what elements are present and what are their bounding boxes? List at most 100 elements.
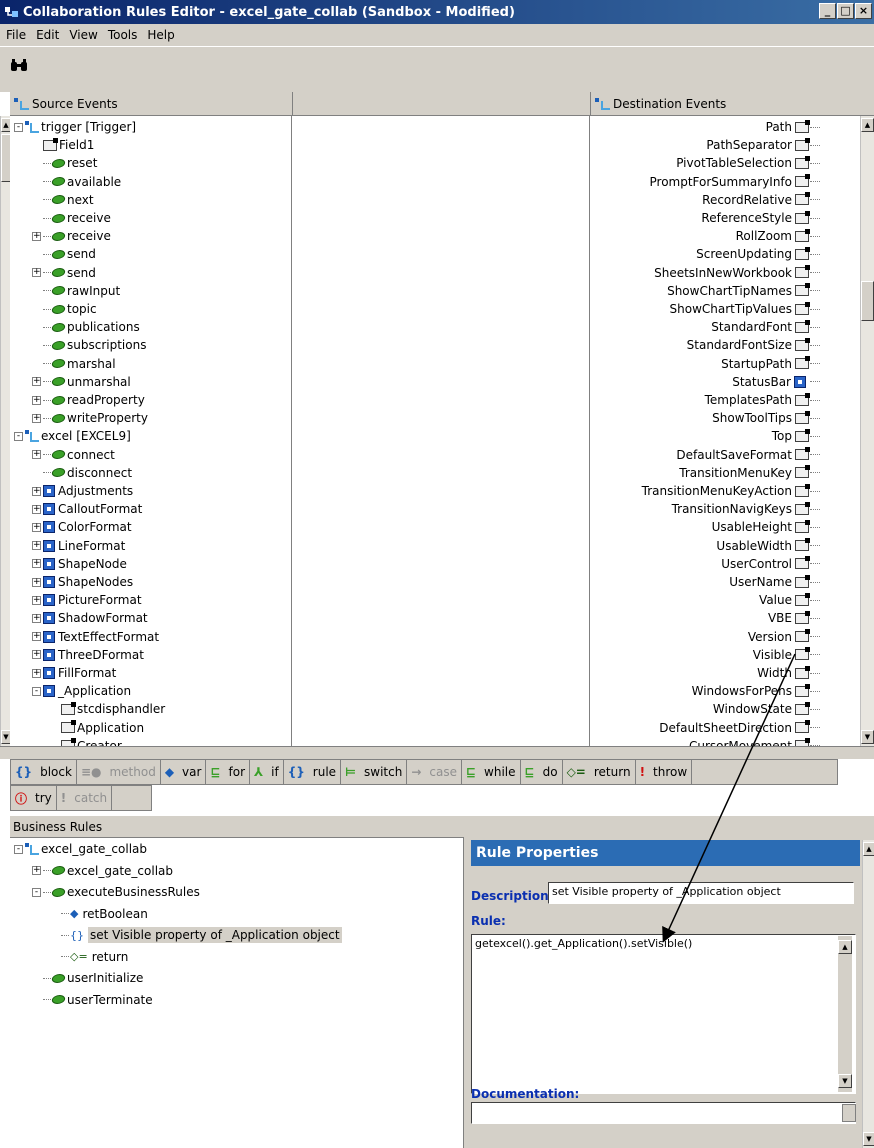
collapse-icon[interactable]: - <box>32 686 41 696</box>
expand-icon[interactable]: + <box>32 541 41 551</box>
destination-node[interactable]: ScreenUpdating <box>696 245 820 263</box>
expand-icon[interactable]: + <box>32 486 41 496</box>
destination-node[interactable]: SheetsInNewWorkbook <box>654 264 820 282</box>
tree-node[interactable]: marshal <box>32 355 116 373</box>
rule-scrollbar[interactable]: ▲ ▼ <box>838 936 852 1092</box>
tree-node[interactable]: next <box>32 191 94 209</box>
menu-help[interactable]: Help <box>147 28 174 42</box>
menu-view[interactable]: View <box>69 28 97 42</box>
expand-icon[interactable]: + <box>32 450 41 460</box>
tree-node[interactable]: + receive <box>32 227 111 245</box>
expand-icon[interactable]: + <box>32 866 41 875</box>
tree-node[interactable]: userInitialize <box>32 969 143 987</box>
tree-node[interactable]: + ShapeNodes <box>32 573 133 591</box>
destination-node[interactable]: UsableWidth <box>716 537 820 555</box>
scroll-up-button[interactable]: ▲ <box>863 842 874 856</box>
tree-node[interactable]: + readProperty <box>32 391 145 409</box>
destination-node[interactable]: TransitionMenuKeyAction <box>642 482 820 500</box>
destination-node[interactable]: Width <box>757 664 820 682</box>
expand-icon[interactable]: + <box>32 231 41 241</box>
destination-node[interactable]: StatusBar <box>732 373 820 391</box>
collapse-icon[interactable]: - <box>14 844 23 854</box>
expand-icon[interactable]: + <box>32 559 41 569</box>
tree-node[interactable]: available <box>32 173 121 191</box>
toolbar-return-button[interactable]: ◇= return <box>563 760 636 784</box>
toolbar-switch-button[interactable]: ⊨ switch <box>341 760 408 784</box>
destination-node[interactable]: RollZoom <box>736 227 820 245</box>
menu-edit[interactable]: Edit <box>36 28 59 42</box>
destination-node[interactable]: RecordRelative <box>702 191 820 209</box>
destination-node[interactable]: Version <box>748 628 820 646</box>
expand-icon[interactable]: + <box>32 632 41 642</box>
tree-node[interactable]: + send <box>32 264 96 282</box>
toolbar-if-button[interactable]: ⅄ if <box>250 760 284 784</box>
scroll-down-button[interactable]: ▼ <box>838 1074 852 1088</box>
tree-node[interactable]: + FillFormat <box>32 664 116 682</box>
toolbar-while-button[interactable]: ⊑ while <box>462 760 521 784</box>
tree-node[interactable]: - trigger [Trigger] <box>14 118 136 136</box>
destination-node[interactable]: Value <box>759 591 820 609</box>
destination-node[interactable]: UserName <box>729 573 820 591</box>
expand-icon[interactable]: + <box>32 504 41 514</box>
destination-node[interactable]: UserControl <box>721 555 820 573</box>
collapse-icon[interactable]: - <box>14 431 23 441</box>
tree-node[interactable]: ◆ retBoolean <box>50 905 148 923</box>
toolbar-method-button[interactable]: ≡● method <box>77 760 161 784</box>
collapse-icon[interactable]: - <box>14 122 23 132</box>
expand-icon[interactable]: + <box>32 577 41 587</box>
documentation-spin[interactable] <box>842 1104 856 1122</box>
expand-icon[interactable]: + <box>32 413 41 423</box>
tree-node[interactable]: publications <box>32 318 140 336</box>
maximize-button[interactable]: □ <box>837 3 854 19</box>
tree-node[interactable]: + CalloutFormat <box>32 500 142 518</box>
destination-scrollbar[interactable]: ▲ ▼ <box>860 116 874 746</box>
destination-node[interactable]: DefaultSaveFormat <box>676 446 820 464</box>
destination-node[interactable]: Top <box>772 427 820 445</box>
destination-node[interactable]: WindowState <box>713 700 820 718</box>
destination-node[interactable]: UsableHeight <box>712 518 820 536</box>
tree-node[interactable]: ◇= return <box>50 948 128 966</box>
tree-node[interactable]: + Adjustments <box>32 482 133 500</box>
expand-icon[interactable]: + <box>32 395 41 405</box>
destination-node[interactable]: ReferenceStyle <box>701 209 820 227</box>
tree-node[interactable]: + TextEffectFormat <box>32 628 159 646</box>
destination-node[interactable]: PromptForSummaryInfo <box>650 173 820 191</box>
tree-node[interactable]: + ColorFormat <box>32 518 132 536</box>
toolbar-throw-button[interactable]: ! throw <box>636 760 693 784</box>
rule-field[interactable]: getexcel().get_Application().setVisible(… <box>471 934 856 1094</box>
scroll-thumb[interactable] <box>861 281 874 321</box>
tree-node[interactable]: - executeBusinessRules <box>32 883 200 901</box>
tree-node[interactable]: + unmarshal <box>32 373 131 391</box>
expand-icon[interactable]: + <box>32 268 41 278</box>
rule-properties-scrollbar[interactable]: ▲ ▼ <box>862 840 874 1148</box>
expand-icon[interactable]: + <box>32 595 41 605</box>
destination-node[interactable]: Visible <box>753 646 820 664</box>
description-field[interactable]: set Visible property of _Application obj… <box>548 882 854 904</box>
scroll-up-button[interactable]: ▲ <box>838 940 852 954</box>
close-button[interactable]: × <box>855 3 872 19</box>
tree-node[interactable]: - _Application <box>32 682 131 700</box>
expand-icon[interactable]: + <box>32 613 41 623</box>
tree-node[interactable]: + ShapeNode <box>32 555 127 573</box>
documentation-field[interactable] <box>471 1102 856 1124</box>
expand-icon[interactable]: + <box>32 668 41 678</box>
tree-node[interactable]: disconnect <box>32 464 132 482</box>
source-scrollbar[interactable]: ▲ ▼ <box>0 116 11 746</box>
destination-node[interactable]: TemplatesPath <box>705 391 820 409</box>
destination-node[interactable]: ShowChartTipNames <box>667 282 820 300</box>
menu-file[interactable]: File <box>6 28 26 42</box>
tree-node[interactable]: {} set Visible property of _Application o… <box>50 926 342 944</box>
toolbar-try-button[interactable]: ⓘ try <box>11 786 57 810</box>
toolbar-for-button[interactable]: ⊑ for <box>206 760 250 784</box>
expand-icon[interactable]: + <box>32 650 41 660</box>
tree-node[interactable]: send <box>32 245 96 263</box>
destination-node[interactable]: ShowToolTips <box>712 409 820 427</box>
pane-splitter[interactable] <box>0 746 874 759</box>
menu-tools[interactable]: Tools <box>108 28 138 42</box>
scroll-down-button[interactable]: ▼ <box>861 730 874 744</box>
destination-node[interactable]: WindowsForPens <box>692 682 820 700</box>
tree-node[interactable]: reset <box>32 154 97 172</box>
tree-node[interactable]: receive <box>32 209 111 227</box>
minimize-button[interactable]: _ <box>819 3 836 19</box>
destination-node[interactable]: StandardFont <box>711 318 820 336</box>
